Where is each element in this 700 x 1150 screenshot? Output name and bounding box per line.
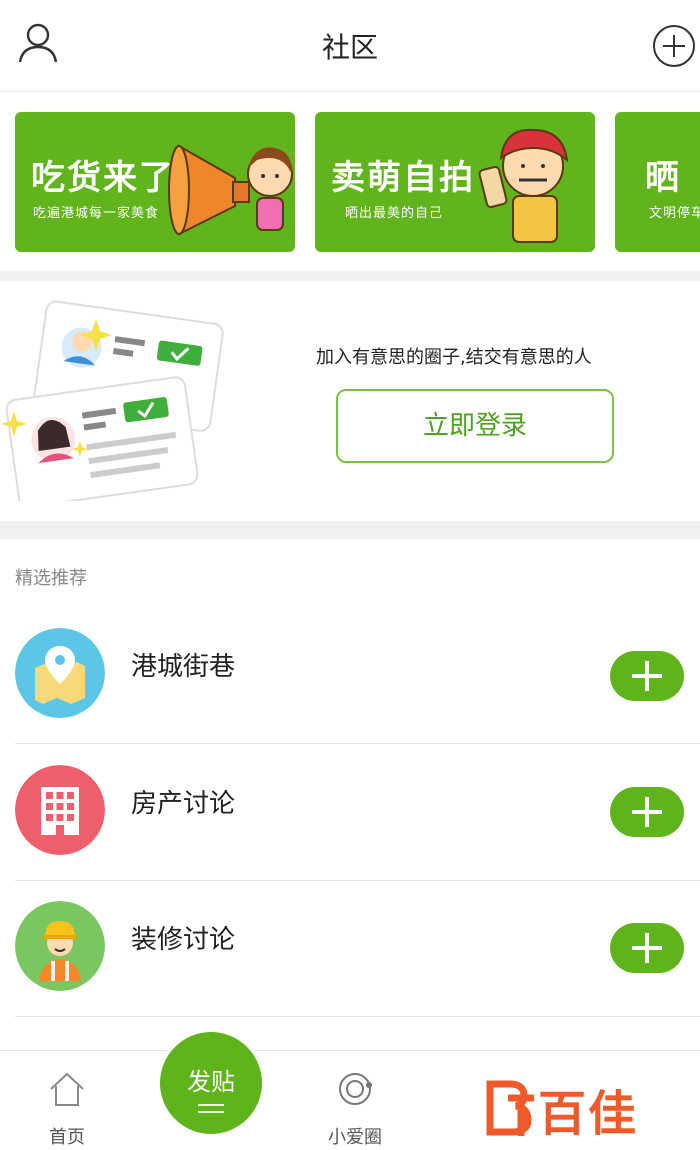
list-item[interactable]: 港城街巷 [0, 608, 700, 744]
list-item[interactable]: 装修讨论 [0, 881, 700, 1017]
join-button[interactable] [610, 787, 684, 837]
page-title: 社区 [321, 31, 378, 64]
section-divider [0, 271, 700, 281]
login-button[interactable]: 立即登录 [336, 389, 614, 463]
megaphone-girl-illustration [168, 144, 293, 236]
tab-circle[interactable]: 小爱圈 [300, 1051, 410, 1150]
login-promo: 加入有意思的圈子,结交有意思的人 立即登录 [0, 281, 700, 521]
banner-subtitle: 吃遍港城每一家美食 [33, 206, 160, 221]
promo-text: 加入有意思的圈子,结交有意思的人 [316, 347, 592, 368]
post-button-label: 发贴 [187, 1068, 235, 1096]
add-circle-icon[interactable] [652, 24, 696, 68]
banner-title: 卖萌自拍 [331, 158, 475, 198]
banner-subtitle: 晒出最美的自己 [345, 206, 444, 221]
selfie-boy-illustration [478, 128, 569, 243]
section-divider [0, 521, 700, 539]
banner-parking[interactable]: 晒 文明停车 [615, 112, 700, 252]
item-label: 房产讨论 [131, 789, 236, 819]
circle-icon [339, 1073, 372, 1105]
watermark-text: 百佳 [538, 1086, 639, 1142]
post-button[interactable]: 发贴 [156, 1028, 266, 1138]
banner-carousel[interactable]: 吃货来了 吃遍港城每一家美食 卖萌自拍 晒出最美的自己 晒 文明停车 [0, 93, 700, 271]
home-icon [50, 1072, 84, 1106]
building-icon [15, 765, 105, 855]
menu-line-icon [198, 1104, 224, 1106]
row-divider [15, 743, 700, 744]
id-cards-illustration [1, 300, 224, 501]
join-button[interactable] [610, 651, 684, 701]
list-item[interactable]: 房产讨论 [0, 745, 700, 881]
map-pin-icon [15, 628, 105, 718]
item-label: 装修讨论 [131, 925, 236, 955]
worker-icon [15, 901, 105, 991]
banner-title: 晒 [645, 158, 681, 198]
banner-subtitle: 文明停车 [649, 206, 700, 221]
watermark-mark-icon [486, 1080, 534, 1136]
post-button-circle: 发贴 [160, 1032, 262, 1134]
section-title: 精选推荐 [15, 568, 87, 589]
banner-foodie[interactable]: 吃货来了 吃遍港城每一家美食 [15, 112, 295, 252]
banner-title: 吃货来了 [31, 158, 175, 198]
top-bar: 社区 [0, 0, 700, 92]
tab-label: 小爱圈 [328, 1127, 382, 1148]
banner-selfie[interactable]: 卖萌自拍 晒出最美的自己 [315, 112, 595, 252]
watermark-logo: 百佳 [486, 1074, 686, 1142]
tab-home[interactable]: 首页 [12, 1051, 122, 1150]
item-label: 港城街巷 [131, 652, 236, 682]
row-divider [15, 1016, 700, 1017]
join-button[interactable] [610, 923, 684, 973]
tab-label: 首页 [49, 1127, 85, 1148]
menu-line-icon [198, 1111, 224, 1113]
